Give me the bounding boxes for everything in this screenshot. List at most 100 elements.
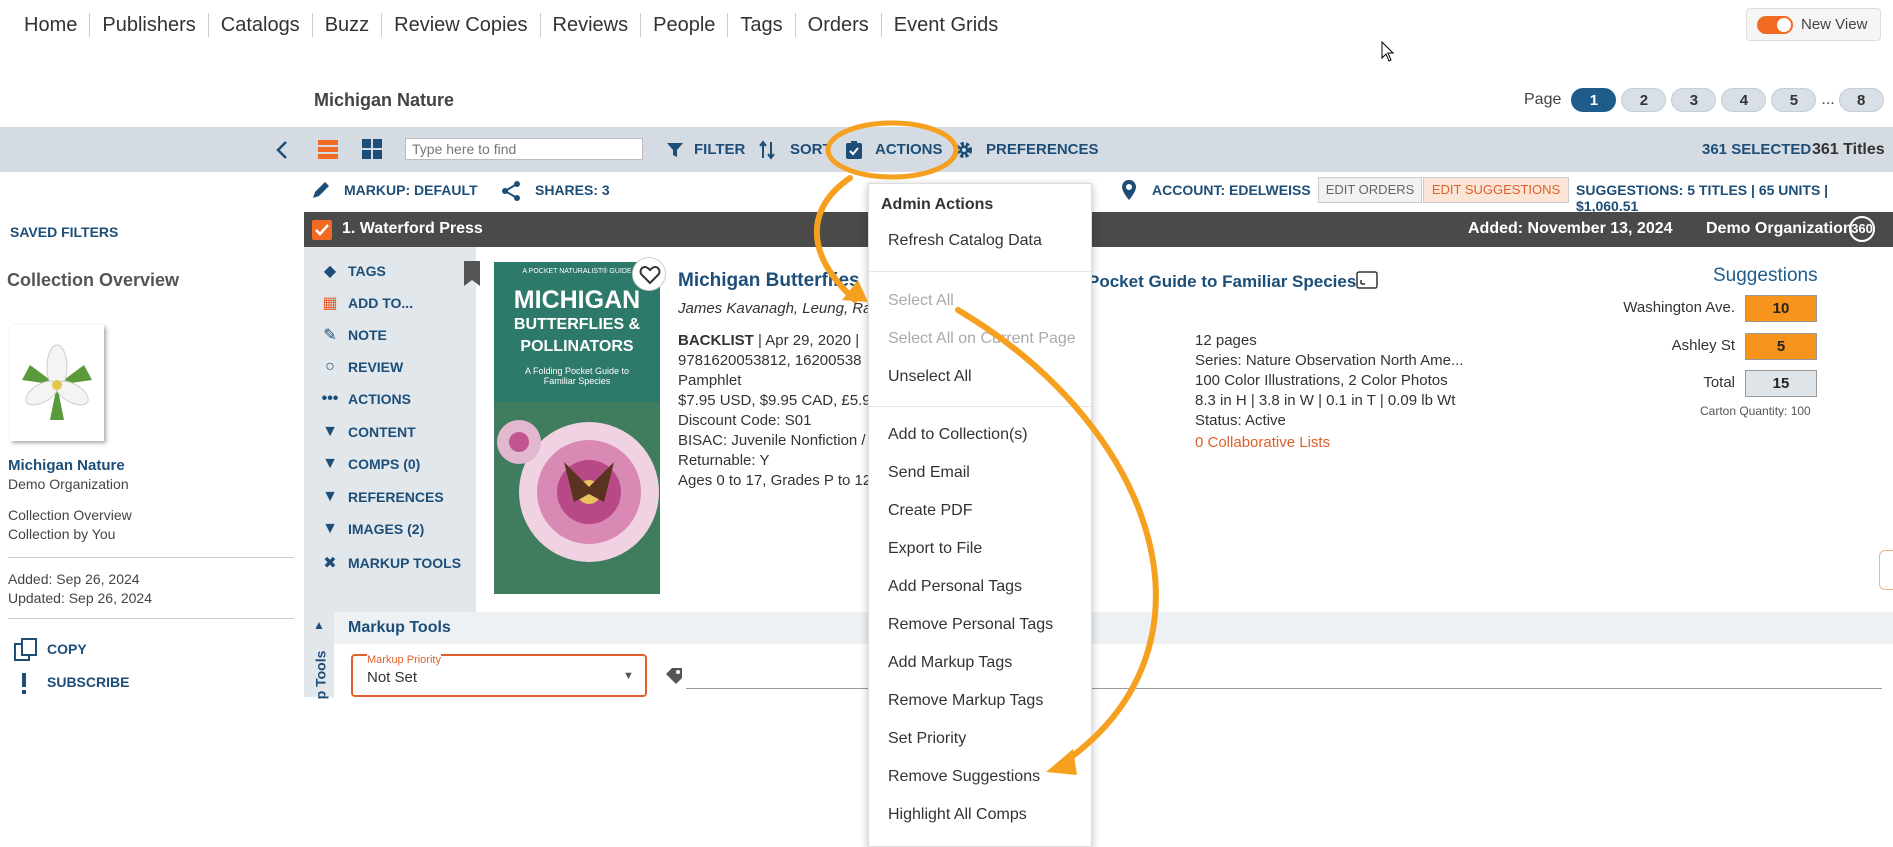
markup-priority-select[interactable]: Markup Priority Not Set ▼ <box>351 654 647 697</box>
book-illustrations: 100 Color Illustrations, 2 Color Photos <box>1195 372 1448 389</box>
subscribe-button[interactable]: SUBSCRIBE <box>47 674 129 690</box>
bookmark-icon[interactable] <box>462 260 482 288</box>
page-4-button[interactable]: 4 <box>1721 88 1767 112</box>
menu-send-email[interactable]: Send Email <box>888 464 970 482</box>
saved-filters-link[interactable]: SAVED FILTERS <box>10 224 118 240</box>
search-input[interactable] <box>405 138 643 160</box>
book-series[interactable]: Series: Nature Observation North Ame... <box>1195 351 1463 371</box>
copy-button[interactable]: COPY <box>47 641 87 657</box>
collapse-up-icon[interactable]: ▲ <box>313 618 325 632</box>
menu-refresh-catalog-data[interactable]: Refresh Catalog Data <box>888 232 1042 250</box>
tags-action[interactable]: ◆ TAGS <box>318 261 386 281</box>
markup-tools-action[interactable]: ✖ MARKUP TOOLS <box>318 553 461 573</box>
menu-add-to-collections[interactable]: Add to Collection(s) <box>888 426 1028 444</box>
page-5-button[interactable]: 5 <box>1771 88 1817 112</box>
share-icon[interactable] <box>501 180 523 202</box>
new-view-toggle[interactable]: New View <box>1746 8 1881 41</box>
expand-image-icon[interactable] <box>1356 270 1378 290</box>
item-actions-action[interactable]: ••• ACTIONS <box>318 390 411 408</box>
tag-icon[interactable] <box>664 666 684 686</box>
nav-event-grids[interactable]: Event Grids <box>882 13 1010 37</box>
cover-title-3: POLLINATORS <box>520 338 634 355</box>
menu-set-priority[interactable]: Set Priority <box>888 730 966 748</box>
menu-divider <box>869 271 1091 272</box>
grid-view-icon[interactable] <box>361 138 383 160</box>
nav-review-copies[interactable]: Review Copies <box>382 13 541 37</box>
preferences-label: PREFERENCES <box>986 141 1099 158</box>
page-1-button[interactable]: 1 <box>1571 88 1617 112</box>
item-header: 1. Waterford Press Added: November 13, 2… <box>304 212 1893 247</box>
suggestion-input-washington[interactable]: 10 <box>1745 295 1817 322</box>
menu-remove-personal-tags[interactable]: Remove Personal Tags <box>888 616 1053 634</box>
page-2-button[interactable]: 2 <box>1621 88 1667 112</box>
nav-buzz[interactable]: Buzz <box>313 13 383 37</box>
filter-button[interactable]: FILTER <box>666 127 745 172</box>
book-cover[interactable]: A POCKET NATURALIST® GUIDE MICHIGAN BUTT… <box>494 262 660 594</box>
carton-quantity: Carton Quantity: 100 <box>1700 404 1811 418</box>
sort-button[interactable]: SORT <box>758 127 832 172</box>
list-view-icon[interactable] <box>317 138 339 160</box>
pagination: Page 1 2 3 4 5 ... 8 <box>1524 88 1889 112</box>
suggestion-input-ashley[interactable]: 5 <box>1745 333 1817 360</box>
account-label[interactable]: ACCOUNT: EDELWEISS <box>1152 182 1311 198</box>
edit-orders-button[interactable]: EDIT ORDERS <box>1318 177 1422 203</box>
comps-toggle[interactable]: ▼ COMPS (0) <box>318 455 420 473</box>
top-nav: Home Publishers Catalogs Buzz Review Cop… <box>0 0 1010 50</box>
nav-catalogs[interactable]: Catalogs <box>209 13 313 37</box>
shares-label[interactable]: SHARES: 3 <box>535 182 610 198</box>
360-badge[interactable]: 360 <box>1849 216 1875 242</box>
nav-publishers[interactable]: Publishers <box>90 13 209 37</box>
nav-tags[interactable]: Tags <box>728 13 796 37</box>
copy-icon[interactable] <box>13 637 39 663</box>
images-label: IMAGES (2) <box>348 521 425 537</box>
markup-priority-label: Markup Priority <box>367 654 441 666</box>
collaborative-lists-link[interactable]: 0 Collaborative Lists <box>1195 433 1330 453</box>
collapse-left-icon[interactable] <box>272 139 292 161</box>
menu-create-pdf[interactable]: Create PDF <box>888 502 972 520</box>
menu-export-to-file[interactable]: Export to File <box>888 540 982 558</box>
menu-highlight-all-comps[interactable]: Highlight All Comps <box>888 806 1027 824</box>
markup-label[interactable]: MARKUP: DEFAULT <box>344 182 478 198</box>
note-action[interactable]: ✎ NOTE <box>318 325 387 345</box>
references-toggle[interactable]: ▼ REFERENCES <box>318 488 444 506</box>
add-to-action[interactable]: ▦ ADD TO... <box>318 293 413 313</box>
page-label: Page <box>1524 91 1562 108</box>
side-tab[interactable] <box>1879 550 1893 590</box>
menu-remove-suggestions[interactable]: Remove Suggestions <box>888 768 1040 786</box>
tag-input-line[interactable] <box>686 688 1882 689</box>
actions-label: ACTIONS <box>875 141 943 158</box>
book-isbn: 9781620053812, 16200538 <box>678 352 862 369</box>
book-title-link[interactable]: Michigan Butterflies <box>678 270 860 292</box>
item-org: Demo Organization <box>1706 220 1853 237</box>
images-toggle[interactable]: ▼ IMAGES (2) <box>318 520 424 538</box>
toggle-switch[interactable] <box>1757 15 1793 34</box>
menu-add-personal-tags[interactable]: Add Personal Tags <box>888 578 1022 596</box>
menu-remove-markup-tags[interactable]: Remove Markup Tags <box>888 692 1043 710</box>
collection-overview-text: Collection Overview <box>8 507 132 523</box>
menu-add-markup-tags[interactable]: Add Markup Tags <box>888 654 1012 672</box>
item-checkbox[interactable] <box>312 220 332 240</box>
review-action[interactable]: ○ REVIEW <box>318 358 403 376</box>
exclamation-icon[interactable] <box>20 672 28 696</box>
content-toggle[interactable]: ▼ CONTENT <box>318 423 416 441</box>
menu-unselect-all[interactable]: Unselect All <box>888 368 972 386</box>
book-title-continued[interactable]: Pocket Guide to Familiar Species <box>1088 272 1356 292</box>
nav-reviews[interactable]: Reviews <box>541 13 642 37</box>
book-authors[interactable]: James Kavanagh, Leung, Ra <box>678 299 871 319</box>
admin-actions-heading: Admin Actions <box>881 196 994 213</box>
nav-people[interactable]: People <box>641 13 729 37</box>
page-3-button[interactable]: 3 <box>1671 88 1717 112</box>
review-label: REVIEW <box>348 359 404 375</box>
collection-name-link[interactable]: Michigan Nature <box>8 457 125 474</box>
nav-orders[interactable]: Orders <box>796 13 882 37</box>
nav-home[interactable]: Home <box>12 13 91 37</box>
book-dimensions: 8.3 in H | 3.8 in W | 0.1 in T | 0.09 lb… <box>1195 392 1456 409</box>
preferences-button[interactable]: PREFERENCES <box>954 127 1099 172</box>
item-actions-label: ACTIONS <box>348 391 411 407</box>
markup-tools-label: MARKUP TOOLS <box>348 555 462 571</box>
edit-suggestions-button[interactable]: EDIT SUGGESTIONS <box>1423 177 1569 203</box>
favorite-button[interactable] <box>632 257 666 291</box>
actions-button[interactable]: ACTIONS <box>845 127 943 172</box>
collection-thumbnail[interactable] <box>10 325 104 441</box>
page-last-button[interactable]: 8 <box>1838 88 1884 112</box>
